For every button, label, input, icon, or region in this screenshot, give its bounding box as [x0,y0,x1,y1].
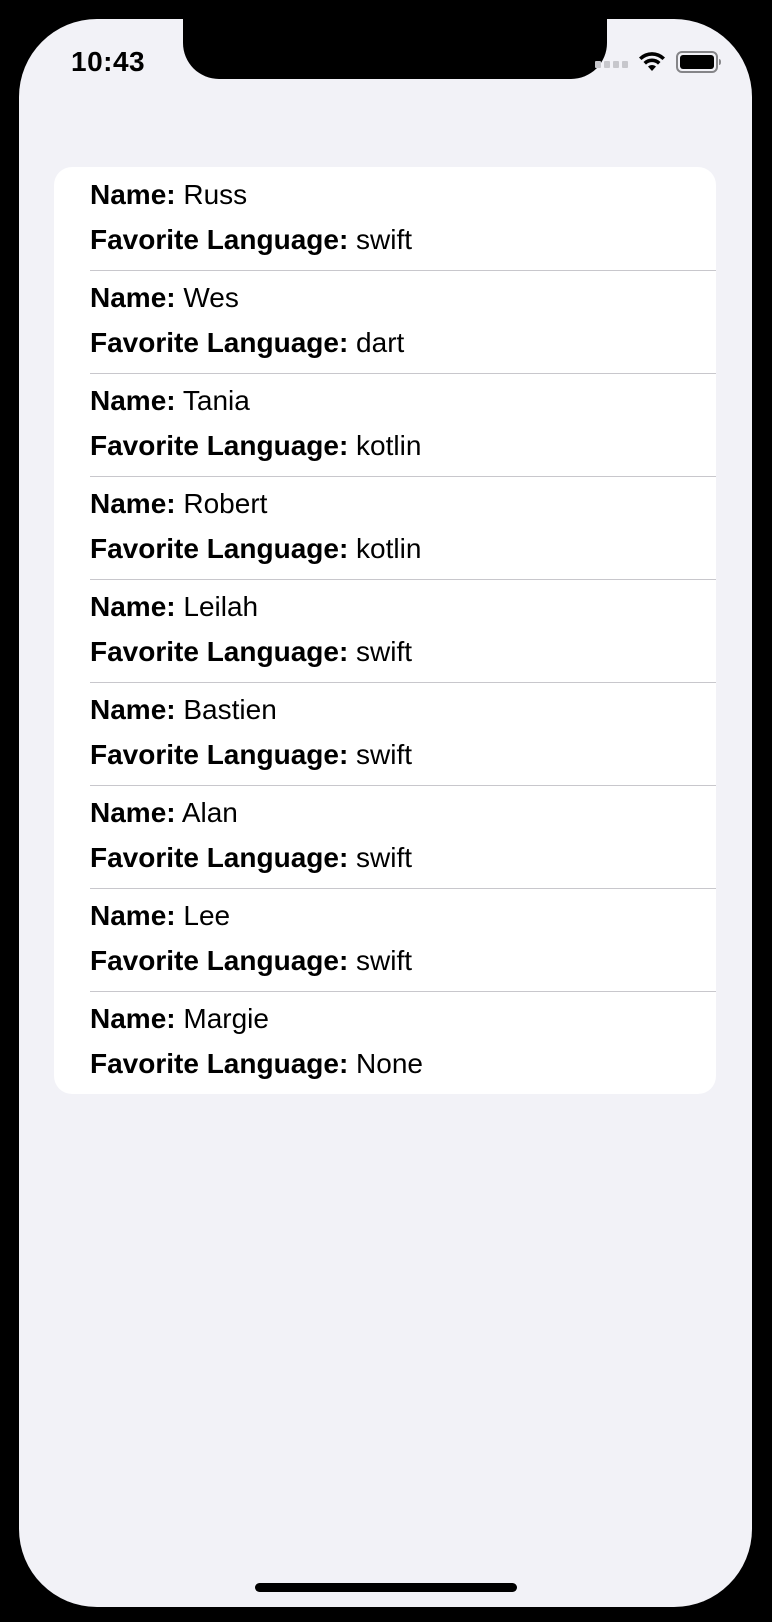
camera-notch [183,19,607,79]
favorite-language-value: kotlin [356,430,422,461]
name-value: Russ [183,179,248,210]
name-label: Name: [90,1003,176,1034]
favorite-language-value: dart [356,327,405,358]
favorite-language-label: Favorite Language: [90,224,349,255]
favorite-language-label: Favorite Language: [90,739,349,770]
name-label: Name: [90,591,176,622]
status-bar-icons [595,51,722,73]
name-value: Robert [183,488,268,519]
list-item[interactable]: Name: Tania Favorite Language: kotlin [54,373,716,476]
favorite-language-value: swift [356,739,413,770]
name-label: Name: [90,488,176,519]
list-item[interactable]: Name: Margie Favorite Language: None [54,991,716,1094]
list-item[interactable]: Name: Leilah Favorite Language: swift [54,579,716,682]
name-value: Tania [182,385,250,416]
people-list: Name: Russ Favorite Language: swift Name… [54,167,716,1094]
favorite-language-value: None [356,1048,423,1079]
favorite-language-value: swift [356,636,413,667]
favorite-language-label: Favorite Language: [90,842,349,873]
name-value: Lee [183,900,231,931]
favorite-language-label: Favorite Language: [90,430,349,461]
wifi-icon [638,51,666,73]
favorite-language-label: Favorite Language: [90,1048,349,1079]
name-value: Alan [181,797,238,828]
screen: 10:43 Name: Russ Favorite Language: swif… [19,19,752,1607]
device-frame: 10:43 Name: Russ Favorite Language: swif… [0,0,772,1622]
cellular-signal-icon [595,56,628,68]
name-label: Name: [90,179,176,210]
name-label: Name: [90,900,176,931]
name-value: Margie [183,1003,269,1034]
favorite-language-value: swift [356,224,413,255]
favorite-language-label: Favorite Language: [90,327,349,358]
favorite-language-value: kotlin [356,533,422,564]
favorite-language-label: Favorite Language: [90,636,349,667]
name-label: Name: [90,385,176,416]
list-item[interactable]: Name: Alan Favorite Language: swift [54,785,716,888]
favorite-language-label: Favorite Language: [90,533,349,564]
favorite-language-value: swift [356,842,413,873]
battery-icon [676,51,722,73]
list-item[interactable]: Name: Russ Favorite Language: swift [54,167,716,270]
name-value: Wes [183,282,239,313]
list-item[interactable]: Name: Lee Favorite Language: swift [54,888,716,991]
name-label: Name: [90,797,176,828]
favorite-language-label: Favorite Language: [90,945,349,976]
name-label: Name: [90,282,176,313]
favorite-language-value: swift [356,945,413,976]
name-label: Name: [90,694,176,725]
list-item[interactable]: Name: Bastien Favorite Language: swift [54,682,716,785]
list-item[interactable]: Name: Robert Favorite Language: kotlin [54,476,716,579]
list-item[interactable]: Name: Wes Favorite Language: dart [54,270,716,373]
home-indicator[interactable] [255,1583,517,1592]
name-value: Leilah [183,591,259,622]
name-value: Bastien [183,694,277,725]
status-bar-time: 10:43 [71,46,146,77]
